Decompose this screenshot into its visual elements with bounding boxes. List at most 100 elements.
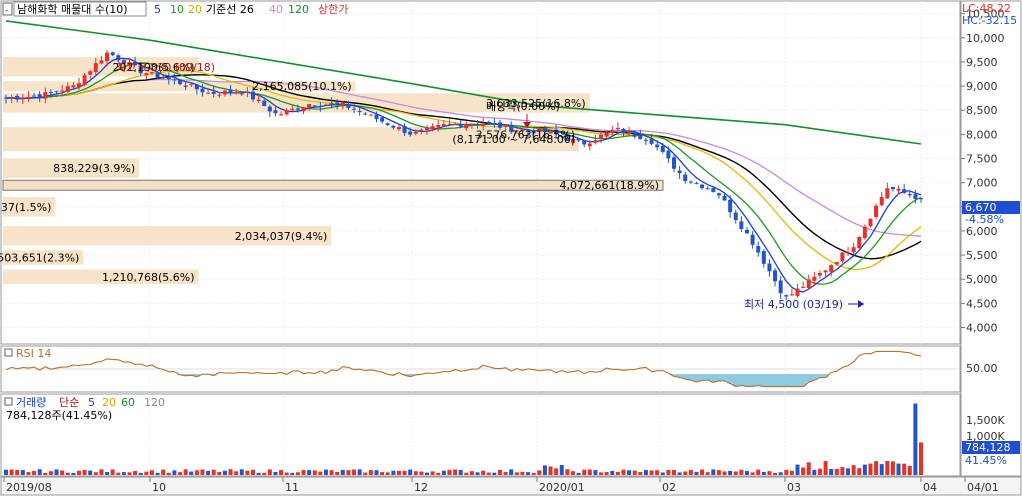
volume-bar — [206, 471, 210, 475]
candle-body — [453, 124, 457, 125]
volume-bar — [442, 471, 446, 475]
candle-body — [240, 93, 244, 94]
volume-bar — [139, 473, 143, 475]
low-annotation: 최저 4,500 (03/19) — [744, 298, 843, 311]
candle-body — [391, 126, 395, 128]
candle-body — [346, 104, 350, 108]
candle-body — [812, 277, 816, 281]
volume-bar — [891, 461, 895, 475]
legend-limit-up[interactable]: 상한가 — [318, 3, 348, 16]
price-tick-label: 7,000 — [966, 177, 998, 190]
volume-bar — [257, 473, 261, 475]
candle-body — [773, 270, 777, 281]
volume-profile-label: 838,229(3.9%) — [53, 162, 135, 175]
volume-title: 거래량 — [16, 396, 46, 409]
legend-ma20[interactable]: 20 — [188, 3, 202, 16]
candle-body — [83, 75, 87, 85]
volume-tick-1500k: 1,500K — [966, 414, 1005, 427]
volume-bar — [240, 469, 244, 475]
volume-bar — [790, 471, 794, 475]
volume-ma20[interactable]: 20 — [102, 396, 116, 409]
volume-bar — [700, 470, 704, 475]
candle-body — [874, 206, 878, 217]
volume-bar — [504, 472, 508, 475]
time-tick-label: 04/01 — [967, 481, 999, 494]
candle-body — [403, 126, 407, 133]
volume-toggle[interactable] — [5, 398, 12, 405]
legend-ma10[interactable]: 10 — [170, 3, 184, 16]
candle-body — [335, 102, 339, 104]
volume-bar — [577, 473, 581, 475]
price-tick-label: 4,500 — [966, 297, 998, 310]
legend-ma5[interactable]: 5 — [154, 3, 161, 16]
volume-bar — [127, 472, 131, 475]
volume-bar — [537, 470, 541, 475]
volume-bar — [543, 465, 547, 475]
volume-profile-label: (8,171.00 ~ 7,648.00) — [452, 133, 575, 146]
time-tick-label: 04 — [923, 481, 937, 494]
volume-bar — [599, 472, 603, 475]
candle-body — [425, 128, 429, 131]
volume-bar — [913, 403, 917, 475]
volume-bar — [318, 472, 322, 475]
candle-body — [672, 157, 676, 168]
candle-body — [908, 194, 912, 195]
volume-bar — [358, 469, 362, 475]
candle-body — [77, 83, 81, 87]
candle-body — [307, 104, 311, 107]
volume-profile-label: 2,165,085(10.1%) — [252, 80, 352, 93]
volume-bar — [397, 471, 401, 475]
volume-bar — [756, 470, 760, 475]
price-tick-label: 10,000 — [966, 32, 1005, 45]
candle-body — [897, 189, 901, 191]
candle-body — [487, 122, 491, 123]
candle-body — [655, 144, 659, 147]
volume-bar — [335, 472, 339, 475]
candle-body — [638, 135, 642, 139]
rsi-oversold-fill — [778, 374, 784, 387]
volume-ma120[interactable]: 120 — [144, 396, 165, 409]
price-tick-label: 6,000 — [966, 225, 998, 238]
candle-body — [262, 101, 266, 106]
volume-bar — [661, 473, 665, 475]
legend-ma40[interactable]: 40 — [269, 3, 283, 16]
price-panel[interactable] — [1, 1, 960, 344]
candle-body — [588, 143, 592, 146]
candle-body — [330, 103, 334, 104]
candle-body — [734, 213, 738, 220]
candle-body — [414, 132, 418, 134]
candle-body — [913, 194, 917, 199]
volume-bar — [880, 464, 884, 475]
volume-bar — [874, 461, 878, 475]
y-axis-area — [961, 1, 1021, 476]
candle-body — [436, 125, 440, 127]
volume-bar — [313, 470, 317, 475]
price-tick-label: 9,500 — [966, 56, 998, 69]
volume-bar — [279, 470, 283, 475]
rsi-toggle[interactable] — [5, 349, 12, 356]
candle-body — [195, 85, 199, 89]
rsi-oversold-fill — [772, 374, 778, 387]
volume-ma5[interactable]: 5 — [88, 396, 95, 409]
volume-bar — [21, 470, 25, 475]
volume-bar — [71, 473, 75, 475]
volume-bar — [38, 469, 42, 475]
candle-body — [661, 146, 665, 152]
volume-bar — [593, 470, 597, 475]
volume-bar — [852, 465, 856, 475]
candle-body — [32, 96, 36, 97]
legend-ma120[interactable]: 120 — [288, 3, 309, 16]
volume-bar — [801, 468, 805, 475]
candle-body — [476, 124, 480, 125]
legend-ma26[interactable]: 기준선 26 — [206, 3, 254, 16]
volume-bar — [717, 470, 721, 475]
volume-bar — [678, 472, 682, 475]
volume-bar — [470, 471, 474, 475]
volume-ma60[interactable]: 60 — [121, 396, 135, 409]
volume-bar — [863, 465, 867, 475]
volume-bar — [453, 470, 457, 475]
candle-body — [767, 264, 771, 272]
volume-bar — [532, 473, 536, 475]
current-change-label: -4.58% — [965, 213, 1004, 226]
volume-bar — [739, 470, 743, 475]
